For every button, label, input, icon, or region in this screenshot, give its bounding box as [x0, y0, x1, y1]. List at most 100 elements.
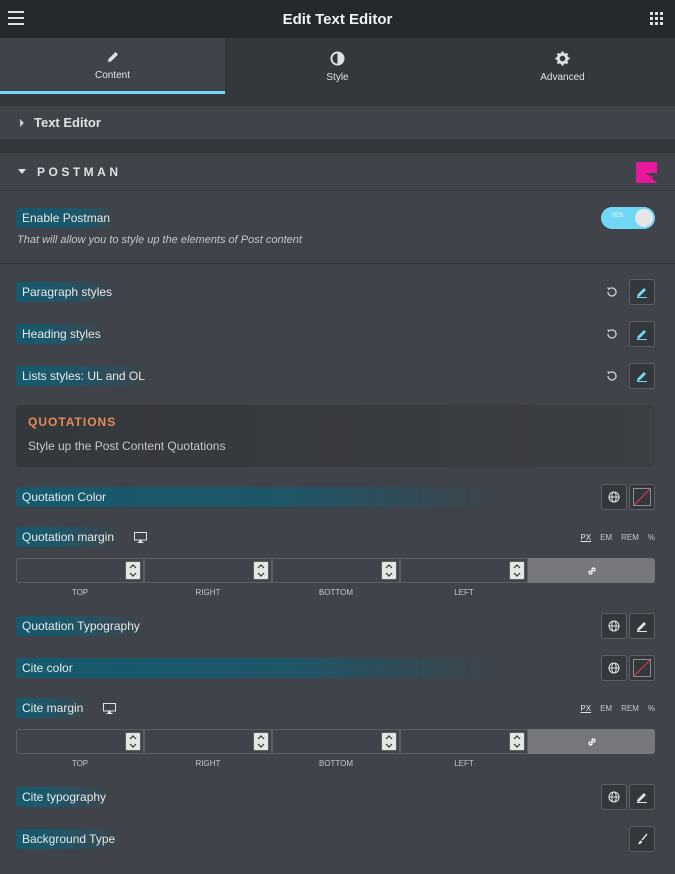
number-stepper[interactable]: [125, 561, 141, 580]
label-right: RIGHT: [195, 759, 221, 768]
quotation-margin-left: [400, 558, 528, 583]
cite-typography-label: Cite typography: [16, 787, 113, 807]
tab-content[interactable]: Content: [0, 38, 225, 94]
quotation-color-picker[interactable]: [629, 484, 655, 510]
global-typography-button[interactable]: [601, 613, 627, 639]
number-stepper[interactable]: [509, 732, 525, 751]
enable-postman-toggle[interactable]: YES: [601, 207, 655, 229]
background-type-label: Background Type: [16, 829, 122, 849]
number-stepper[interactable]: [381, 732, 397, 751]
section-text-editor-header[interactable]: Text Editor: [0, 106, 675, 140]
unit-px[interactable]: PX: [580, 533, 591, 542]
pencil-icon: [637, 622, 647, 632]
section-postman-header[interactable]: POSTMAN: [0, 153, 675, 191]
quotation-color-label: Quotation Color: [16, 487, 506, 507]
quotations-heading-box: QUOTATIONS Style up the Post Content Quo…: [16, 405, 655, 467]
cite-margin-row: Cite margin PX EM REM %: [0, 695, 675, 721]
lists-styles-edit-button[interactable]: [629, 363, 655, 389]
panel-header: Edit Text Editor: [0, 0, 675, 38]
tab-style[interactable]: Style: [225, 38, 450, 94]
globe-icon: [608, 491, 620, 503]
unit-rem[interactable]: REM: [621, 533, 639, 542]
globe-icon: [608, 662, 620, 674]
number-stepper[interactable]: [381, 561, 397, 580]
desktop-monitor-icon[interactable]: [103, 702, 117, 714]
tab-content-label: Content: [94, 70, 131, 81]
cite-typography-controls: [601, 784, 655, 810]
apps-grid-icon[interactable]: [650, 12, 663, 25]
cite-margin-units: PX EM REM %: [580, 704, 655, 713]
cite-color-picker[interactable]: [629, 655, 655, 681]
number-stepper[interactable]: [509, 561, 525, 580]
section-postman-label: POSTMAN: [37, 164, 122, 179]
paragraph-styles-row: Paragraph styles: [0, 279, 675, 305]
heading-styles-edit-button[interactable]: [629, 321, 655, 347]
cite-color-row: Cite color: [0, 655, 675, 681]
quotation-margin-bottom: [272, 558, 400, 583]
global-colors-button[interactable]: [601, 484, 627, 510]
enable-postman-description: That will allow you to style up the elem…: [17, 234, 302, 246]
background-type-classic-button[interactable]: [629, 826, 655, 852]
link-values-button[interactable]: [528, 558, 655, 583]
cite-margin-inputs: [16, 729, 655, 754]
reset-icon[interactable]: [605, 369, 619, 383]
pencil-icon: [637, 372, 647, 382]
number-stepper[interactable]: [253, 732, 269, 751]
lists-styles-row: Lists styles: UL and OL: [0, 363, 675, 389]
cite-typography-edit-button[interactable]: [629, 784, 655, 810]
quotation-color-controls: [601, 484, 655, 510]
pencil-icon: [106, 48, 120, 66]
link-values-button[interactable]: [528, 729, 655, 754]
global-colors-button[interactable]: [601, 655, 627, 681]
reset-icon[interactable]: [605, 285, 619, 299]
quotation-margin-inputs: [16, 558, 655, 583]
quotation-typography-label: Quotation Typography: [16, 616, 146, 636]
desktop-monitor-icon[interactable]: [134, 531, 148, 543]
quotation-typography-row: Quotation Typography: [0, 613, 675, 639]
global-typography-button[interactable]: [601, 784, 627, 810]
quotation-typography-controls: [601, 613, 655, 639]
cite-color-controls: [601, 655, 655, 681]
caret-right-icon: [20, 118, 24, 127]
panel-tabs: Content Style Advanced: [0, 38, 675, 94]
heading-styles-controls: [605, 321, 655, 347]
paragraph-styles-edit-button[interactable]: [629, 279, 655, 305]
unit-rem[interactable]: REM: [621, 704, 639, 713]
label-top: TOP: [71, 759, 89, 768]
label-bottom: BOTTOM: [318, 759, 354, 768]
pencil-icon: [637, 288, 647, 298]
cite-margin-right: [144, 729, 272, 754]
empty-color-swatch-icon: [633, 659, 651, 677]
background-type-controls: [629, 826, 655, 852]
unit-em[interactable]: EM: [600, 533, 612, 542]
pencil-icon: [637, 330, 647, 340]
quotations-title: QUOTATIONS: [28, 415, 117, 429]
reset-icon[interactable]: [605, 327, 619, 341]
half-circle-icon: [330, 50, 345, 68]
empty-color-swatch-icon: [633, 488, 651, 506]
cite-typography-row: Cite typography: [0, 784, 675, 810]
label-bottom: BOTTOM: [318, 588, 354, 597]
label-right: RIGHT: [195, 588, 221, 597]
number-stepper[interactable]: [125, 732, 141, 751]
cite-color-label: Cite color: [16, 658, 506, 678]
unit-percent[interactable]: %: [648, 533, 655, 542]
unit-px[interactable]: PX: [580, 704, 591, 713]
gear-icon: [555, 50, 570, 68]
globe-icon: [608, 620, 620, 632]
hamburger-menu-icon[interactable]: [8, 11, 24, 25]
postman-brand-icon: [636, 162, 657, 183]
divider: [0, 263, 675, 264]
quotation-color-row: Quotation Color: [0, 484, 675, 510]
quotation-typography-edit-button[interactable]: [629, 613, 655, 639]
section-spacer: [0, 140, 675, 153]
tab-advanced-label: Advanced: [540, 71, 585, 83]
quotation-margin-row: Quotation margin PX EM REM %: [0, 524, 675, 550]
panel-title: Edit Text Editor: [282, 10, 393, 28]
section-spacer: [0, 94, 675, 106]
number-stepper[interactable]: [253, 561, 269, 580]
unit-em[interactable]: EM: [600, 704, 612, 713]
tab-advanced[interactable]: Advanced: [450, 38, 675, 94]
toggle-knob: [635, 209, 653, 227]
unit-percent[interactable]: %: [648, 704, 655, 713]
